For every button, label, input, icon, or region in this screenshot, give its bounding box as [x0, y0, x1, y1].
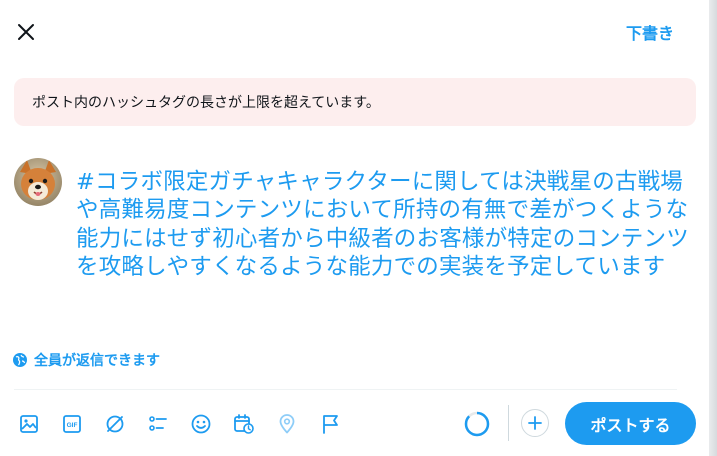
media-button[interactable]	[15, 410, 43, 438]
close-button[interactable]	[10, 16, 42, 48]
divider	[14, 389, 677, 390]
globe-icon	[13, 353, 27, 367]
gif-button[interactable]: GIF	[58, 410, 86, 438]
add-post-button[interactable]	[521, 409, 549, 437]
post-text-input[interactable]: #コラボ限定ガチャキャラクターに関しては決戦星の古戦場や高難易度コンテンツにおい…	[76, 168, 698, 281]
reply-setting-label: 全員が返信できます	[34, 353, 160, 369]
poll-icon	[149, 416, 167, 431]
flag-button[interactable]	[316, 410, 344, 438]
grok-icon	[106, 415, 124, 433]
gif-icon: GIF	[63, 415, 81, 433]
close-icon	[18, 24, 34, 40]
flag-icon	[323, 415, 338, 434]
compose-post-dialog: 下書き ポスト内のハッシュタグの長さが上限を超えています。 #コラボ限定ガチャキ…	[0, 0, 717, 456]
schedule-icon	[234, 414, 254, 434]
avatar[interactable]	[14, 158, 62, 206]
poll-button[interactable]	[144, 410, 172, 438]
drafts-button[interactable]: 下書き	[614, 16, 686, 48]
location-button[interactable]	[273, 410, 301, 438]
grok-button[interactable]	[101, 410, 129, 438]
plus-icon	[528, 416, 542, 430]
svg-text:GIF: GIF	[67, 422, 78, 429]
progress-ring-icon	[464, 411, 490, 437]
dog-avatar-icon	[14, 158, 62, 206]
error-message: ポスト内のハッシュタグの長さが上限を超えています。	[32, 95, 380, 111]
reply-setting-button[interactable]: 全員が返信できます	[12, 349, 160, 371]
image-icon	[20, 415, 38, 433]
schedule-button[interactable]	[230, 410, 258, 438]
location-icon	[279, 414, 295, 434]
toolbar-separator	[508, 405, 509, 441]
emoji-icon	[191, 414, 211, 434]
post-button[interactable]: ポストする	[565, 402, 696, 445]
error-banner: ポスト内のハッシュタグの長さが上限を超えています。	[14, 78, 696, 126]
window-edge	[709, 0, 717, 456]
emoji-button[interactable]	[187, 410, 215, 438]
character-count-ring	[463, 410, 491, 438]
